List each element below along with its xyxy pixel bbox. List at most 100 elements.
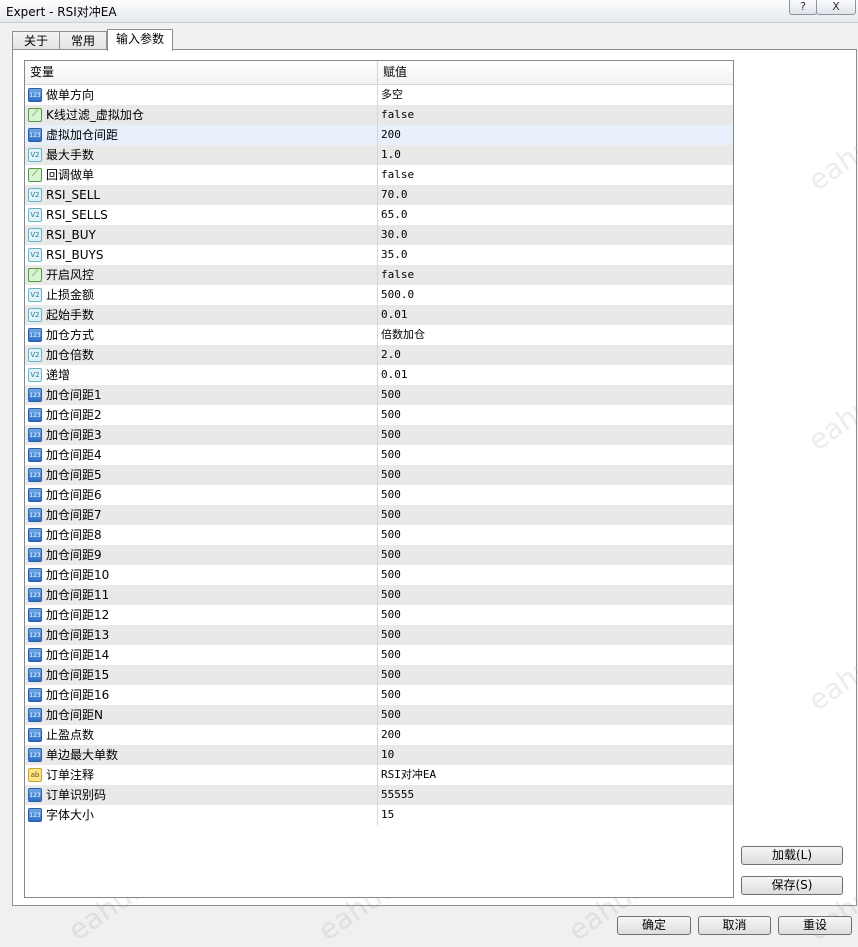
value-cell[interactable]: 500 bbox=[378, 445, 733, 465]
value-cell[interactable]: 500 bbox=[378, 705, 733, 725]
variable-cell[interactable]: V2 加仓倍数 bbox=[25, 345, 378, 365]
value-cell[interactable]: 500.0 bbox=[378, 285, 733, 305]
variable-cell[interactable]: 123 加仓间距13 bbox=[25, 625, 378, 645]
header-value[interactable]: 赋值 bbox=[378, 61, 733, 84]
variable-cell[interactable]: 123 加仓间距4 bbox=[25, 445, 378, 465]
variable-cell[interactable]: 123 单边最大单数 bbox=[25, 745, 378, 765]
table-row[interactable]: V2 递增 0.01 bbox=[25, 365, 733, 385]
value-cell[interactable]: 30.0 bbox=[378, 225, 733, 245]
value-cell[interactable]: 500 bbox=[378, 685, 733, 705]
table-row[interactable]: 123 加仓方式 倍数加仓 bbox=[25, 325, 733, 345]
variable-cell[interactable]: ⟋ 回调做单 bbox=[25, 165, 378, 185]
value-cell[interactable]: 0.01 bbox=[378, 365, 733, 385]
table-row[interactable]: V2 加仓倍数 2.0 bbox=[25, 345, 733, 365]
variable-cell[interactable]: 123 加仓间距14 bbox=[25, 645, 378, 665]
table-row[interactable]: 123 字体大小 15 bbox=[25, 805, 733, 825]
variable-cell[interactable]: V2 RSI_SELL bbox=[25, 185, 378, 205]
variable-cell[interactable]: ab 订单注释 bbox=[25, 765, 378, 785]
variable-cell[interactable]: 123 加仓间距10 bbox=[25, 565, 378, 585]
variable-cell[interactable]: 123 加仓间距2 bbox=[25, 405, 378, 425]
value-cell[interactable]: 35.0 bbox=[378, 245, 733, 265]
variable-cell[interactable]: 123 加仓间距6 bbox=[25, 485, 378, 505]
variable-cell[interactable]: 123 加仓间距1 bbox=[25, 385, 378, 405]
table-row[interactable]: 123 加仓间距5 500 bbox=[25, 465, 733, 485]
variable-cell[interactable]: 123 止盈点数 bbox=[25, 725, 378, 745]
value-cell[interactable]: 2.0 bbox=[378, 345, 733, 365]
variable-cell[interactable]: ⟋ 开启风控 bbox=[25, 265, 378, 285]
table-row[interactable]: V2 RSI_BUYS 35.0 bbox=[25, 245, 733, 265]
table-row[interactable]: 123 加仓间距12 500 bbox=[25, 605, 733, 625]
table-row[interactable]: 123 加仓间距9 500 bbox=[25, 545, 733, 565]
table-row[interactable]: 123 加仓间距4 500 bbox=[25, 445, 733, 465]
variable-cell[interactable]: 123 加仓间距16 bbox=[25, 685, 378, 705]
table-row[interactable]: 123 加仓间距11 500 bbox=[25, 585, 733, 605]
value-cell[interactable]: false bbox=[378, 165, 733, 185]
table-row[interactable]: V2 RSI_SELLS 65.0 bbox=[25, 205, 733, 225]
variable-cell[interactable]: V2 递增 bbox=[25, 365, 378, 385]
variable-cell[interactable]: V2 RSI_BUYS bbox=[25, 245, 378, 265]
value-cell[interactable]: 500 bbox=[378, 605, 733, 625]
table-row[interactable]: 123 加仓间距6 500 bbox=[25, 485, 733, 505]
table-row[interactable]: 123 加仓间距3 500 bbox=[25, 425, 733, 445]
variable-cell[interactable]: V2 最大手数 bbox=[25, 145, 378, 165]
table-row[interactable]: 123 做单方向 多空 bbox=[25, 85, 733, 105]
reset-button[interactable]: 重设 bbox=[778, 916, 852, 935]
table-row[interactable]: 123 订单识别码 55555 bbox=[25, 785, 733, 805]
table-row[interactable]: V2 最大手数 1.0 bbox=[25, 145, 733, 165]
variable-cell[interactable]: 123 虚拟加仓间距 bbox=[25, 125, 378, 145]
help-button[interactable]: ? bbox=[789, 0, 817, 15]
value-cell[interactable]: 500 bbox=[378, 545, 733, 565]
table-row[interactable]: 123 加仓间距N 500 bbox=[25, 705, 733, 725]
value-cell[interactable]: 1.0 bbox=[378, 145, 733, 165]
value-cell[interactable]: 500 bbox=[378, 585, 733, 605]
value-cell[interactable]: 200 bbox=[378, 125, 733, 145]
table-row[interactable]: 123 加仓间距1 500 bbox=[25, 385, 733, 405]
tab-common[interactable]: 常用 bbox=[59, 31, 107, 50]
value-cell[interactable]: 500 bbox=[378, 565, 733, 585]
variable-cell[interactable]: 123 加仓间距3 bbox=[25, 425, 378, 445]
variable-cell[interactable]: 123 加仓间距8 bbox=[25, 525, 378, 545]
variable-cell[interactable]: 123 订单识别码 bbox=[25, 785, 378, 805]
value-cell[interactable]: 500 bbox=[378, 425, 733, 445]
variable-cell[interactable]: 123 加仓间距9 bbox=[25, 545, 378, 565]
value-cell[interactable]: 500 bbox=[378, 385, 733, 405]
table-row[interactable]: ⟋ 回调做单 false bbox=[25, 165, 733, 185]
table-row[interactable]: 123 加仓间距13 500 bbox=[25, 625, 733, 645]
variable-cell[interactable]: 123 做单方向 bbox=[25, 85, 378, 105]
value-cell[interactable]: 500 bbox=[378, 625, 733, 645]
table-row[interactable]: 123 加仓间距2 500 bbox=[25, 405, 733, 425]
table-row[interactable]: 123 加仓间距15 500 bbox=[25, 665, 733, 685]
value-cell[interactable]: 10 bbox=[378, 745, 733, 765]
value-cell[interactable]: 倍数加仓 bbox=[378, 325, 733, 345]
value-cell[interactable]: 500 bbox=[378, 485, 733, 505]
table-row[interactable]: V2 止损金额 500.0 bbox=[25, 285, 733, 305]
value-cell[interactable]: false bbox=[378, 265, 733, 285]
table-row[interactable]: 123 加仓间距7 500 bbox=[25, 505, 733, 525]
table-row[interactable]: 123 加仓间距10 500 bbox=[25, 565, 733, 585]
variable-cell[interactable]: V2 起始手数 bbox=[25, 305, 378, 325]
table-row[interactable]: 123 加仓间距8 500 bbox=[25, 525, 733, 545]
variable-cell[interactable]: V2 止损金额 bbox=[25, 285, 378, 305]
table-row[interactable]: 123 单边最大单数 10 bbox=[25, 745, 733, 765]
table-row[interactable]: 123 加仓间距14 500 bbox=[25, 645, 733, 665]
value-cell[interactable]: 500 bbox=[378, 505, 733, 525]
value-cell[interactable]: RSI对冲EA bbox=[378, 765, 733, 785]
variable-cell[interactable]: 123 加仓间距11 bbox=[25, 585, 378, 605]
table-row[interactable]: ab 订单注释 RSI对冲EA bbox=[25, 765, 733, 785]
value-cell[interactable]: 500 bbox=[378, 665, 733, 685]
value-cell[interactable]: 500 bbox=[378, 465, 733, 485]
value-cell[interactable]: 500 bbox=[378, 405, 733, 425]
variable-cell[interactable]: 123 加仓间距12 bbox=[25, 605, 378, 625]
value-cell[interactable]: 55555 bbox=[378, 785, 733, 805]
value-cell[interactable]: 200 bbox=[378, 725, 733, 745]
table-row[interactable]: V2 RSI_BUY 30.0 bbox=[25, 225, 733, 245]
value-cell[interactable]: 0.01 bbox=[378, 305, 733, 325]
save-button[interactable]: 保存(S) bbox=[741, 876, 843, 895]
header-variable[interactable]: 变量 bbox=[25, 61, 378, 84]
value-cell[interactable]: 65.0 bbox=[378, 205, 733, 225]
value-cell[interactable]: 500 bbox=[378, 645, 733, 665]
variable-cell[interactable]: V2 RSI_BUY bbox=[25, 225, 378, 245]
value-cell[interactable]: 多空 bbox=[378, 85, 733, 105]
table-row[interactable]: ⟋ 开启风控 false bbox=[25, 265, 733, 285]
table-row[interactable]: 123 加仓间距16 500 bbox=[25, 685, 733, 705]
